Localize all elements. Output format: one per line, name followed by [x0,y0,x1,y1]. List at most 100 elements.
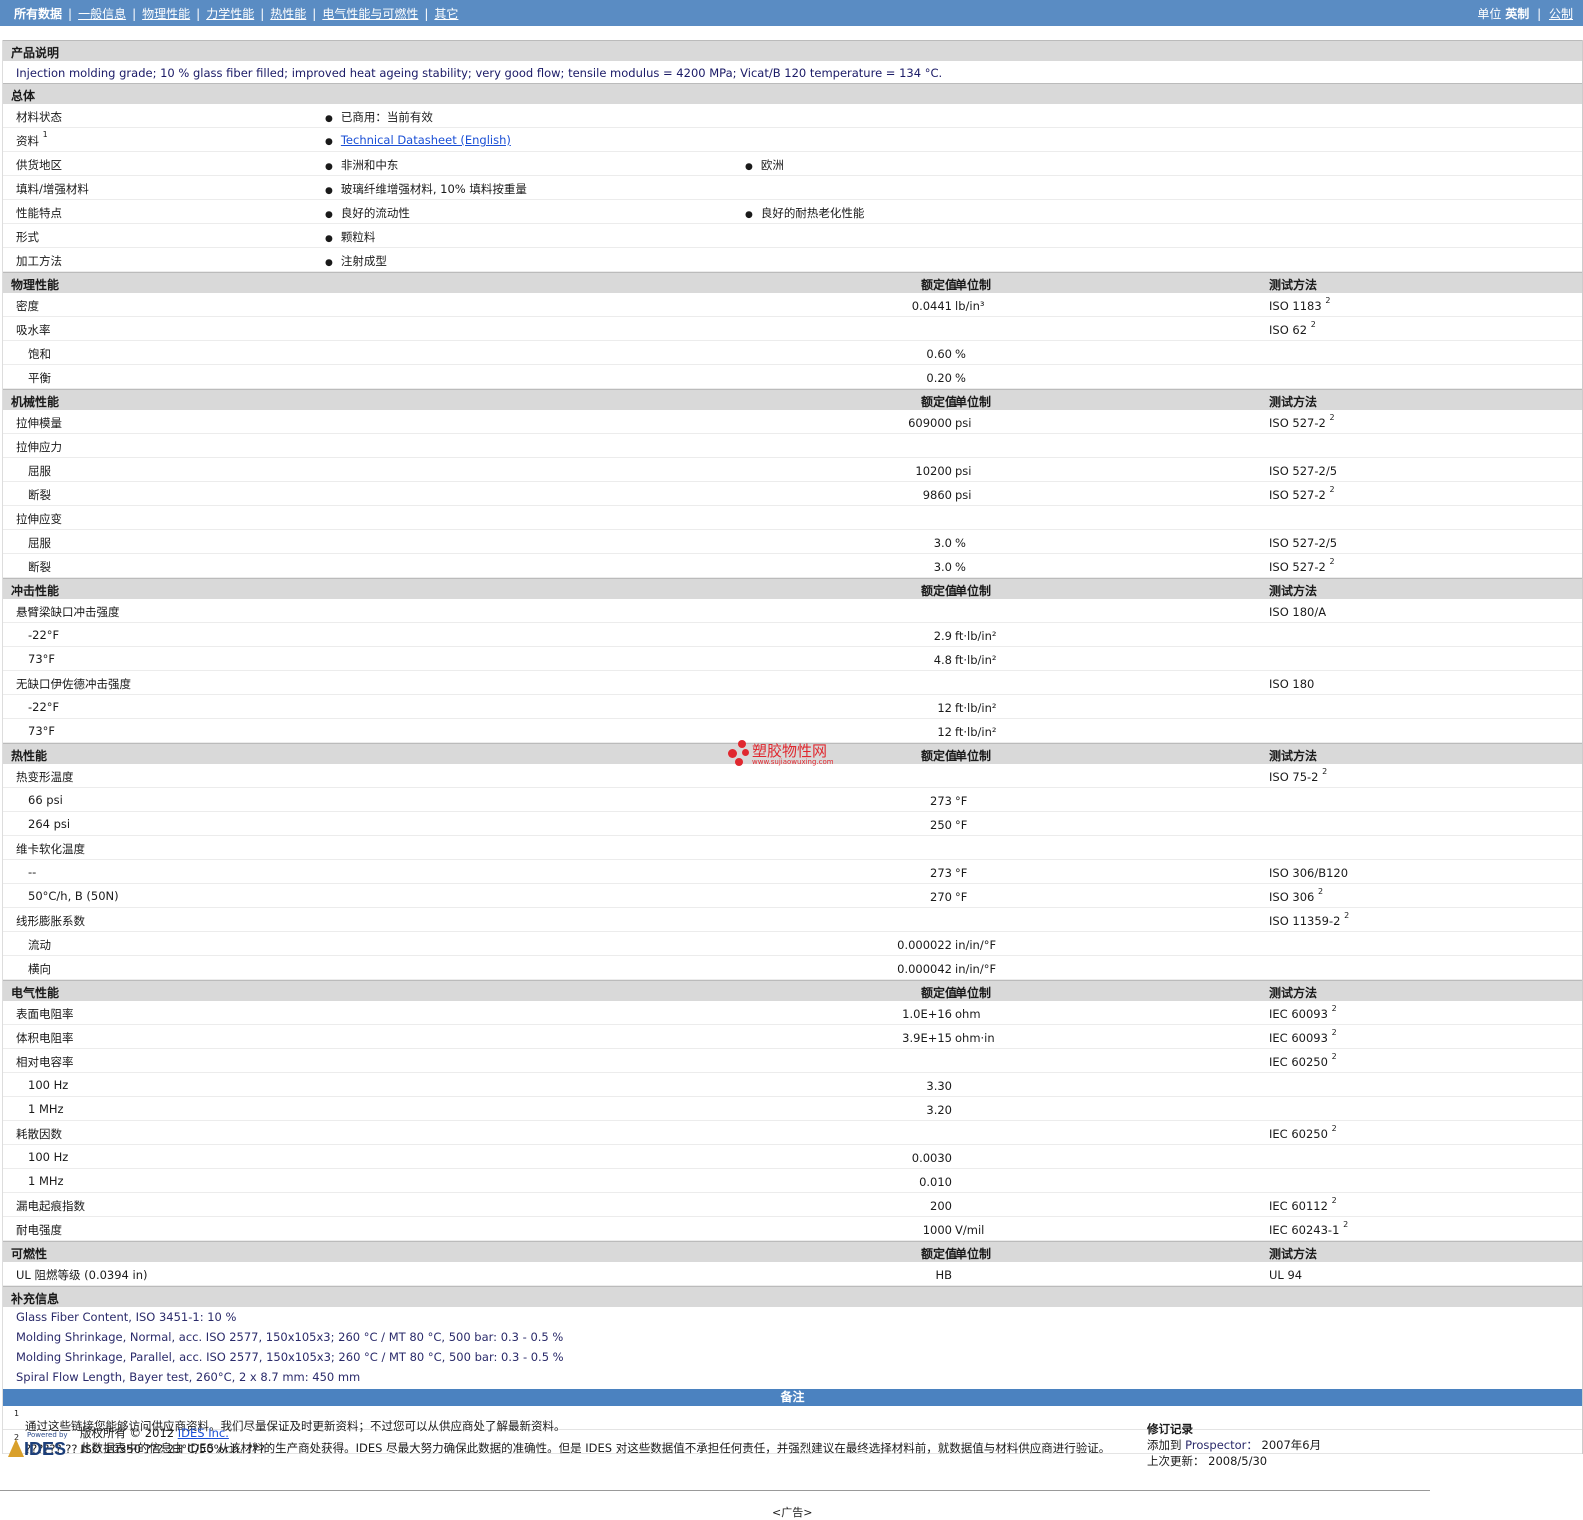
supplement-rows: Glass Fiber Content, ISO 3451-1: 10 % Mol… [3,1307,1582,1387]
property-value: 0.010 [919,1175,952,1189]
section-supplement: 补充信息 [3,1286,1582,1307]
property-row: 50°C/h, B (50N) 270 °F ISO 306 2 [3,884,1582,908]
property-row: 饱和 0.60% [3,341,1582,365]
nav-tab-4[interactable]: 热性能 [270,7,306,21]
unit-metric-link[interactable]: 公制 [1549,7,1573,21]
test-method: ISO 180 [1269,677,1314,691]
nav-tab-3[interactable]: 力学性能 [206,7,254,21]
nav-separator: | [424,7,429,21]
property-unit: °F [955,890,968,904]
row-label: 形式 [16,229,39,245]
property-label: 断裂 [28,488,51,502]
test-method-text: UL 94 [1269,1268,1303,1282]
property-label: 拉伸应变 [16,512,62,526]
test-method: ISO 527-2/5 [1269,464,1337,478]
test-method: ISO 306 2 [1269,887,1323,904]
property-value: 250 [930,818,952,832]
watermark-dot [738,740,746,748]
header-method: 测试方法 [1269,986,1318,1000]
property-row: -- 273 °F ISO 306/B120 [3,860,1582,884]
test-method-text: ISO 180 [1269,677,1315,691]
bullet-icon: ● [325,210,333,220]
header-method: 测试方法 [1269,584,1318,598]
header-method: 测试方法 [1269,278,1318,292]
general-row: 加工方法 ● 注射成型 [3,248,1582,272]
units-label: 单位 [1477,7,1502,21]
property-label: 73°F [28,652,55,666]
test-method: ISO 1183 2 [1269,296,1331,313]
test-method-text: ISO 11359-2 [1269,914,1341,928]
test-method-text: IEC 60093 [1269,1031,1328,1045]
test-method: ISO 62 2 [1269,320,1316,337]
datasheet-link[interactable]: Technical Datasheet (English) [341,133,511,147]
test-method: IEC 60093 2 [1269,1028,1337,1045]
nav-tab-0[interactable]: 所有数据 [14,7,62,21]
row-label-text: 资料 [16,134,39,148]
test-method-text: ISO 527-2 [1269,560,1326,574]
property-unit: °F [955,818,968,832]
property-unit: ft·lb/in² [955,653,997,667]
footer-divider [0,1490,1430,1491]
property-row: 66 psi 273 °F [3,788,1582,812]
revision-history: 修订记录 添加到 Prospector： 2007年6月 上次更新： 2008/… [1147,1421,1321,1469]
property-value: 0.60 [926,347,952,361]
property-label: 体积电阻率 [16,1031,74,1045]
property-label: -22°F [28,628,60,642]
section-header: 机械性能 额定值 单位制 测试方法 [3,389,1582,410]
test-method-text: ISO 306/B120 [1269,866,1349,880]
nav-tab-2[interactable]: 物理性能 [142,7,190,21]
row-value-text: 良好的耐热老化性能 [760,206,865,220]
bullet-icon: ● [745,162,753,172]
disclaimer: 此数据表中的信息由 IDES 从该材料的生产商处获得。IDES 尽最大努力确保此… [80,1441,1111,1455]
nav-tab-6[interactable]: 其它 [434,7,458,21]
row-label: 性能特点 [16,205,62,221]
property-row: 屈服 10200 psi ISO 527-2/5 [3,458,1582,482]
property-row: 悬臂梁缺口冲击强度 ISO 180/A [3,599,1582,623]
property-label: 横向 [28,962,51,976]
row-value-text: 注射成型 [340,254,387,268]
nav-tab-1[interactable]: 一般信息 [78,7,126,21]
powered-by-text: Powered by [27,1431,68,1439]
nav-separator: | [260,7,265,21]
property-unit: psi [955,488,972,502]
property-label: 平衡 [28,371,51,385]
property-unit: % [955,536,966,550]
bullet-icon: ● [745,210,753,220]
property-label: 流动 [28,938,51,952]
property-row: 横向 0.000042 in/in/°F [3,956,1582,980]
property-row: 无缺口伊佐德冲击强度 ISO 180 [3,671,1582,695]
watermark: 塑胶物性网 www.sujiaowuxing.com [728,740,868,770]
supplement-text: Glass Fiber Content, ISO 3451-1: 10 % [16,1310,237,1324]
property-row: 拉伸模量 609000 psi ISO 527-2 2 [3,410,1582,434]
test-method-text: IEC 60243-1 [1269,1223,1340,1237]
property-unit: ft·lb/in² [955,629,997,643]
general-row: 供货地区 ● 非洲和中东 ● 欧洲 [3,152,1582,176]
nav-tab-5[interactable]: 电气性能与可燃性 [322,7,418,21]
property-row: 拉伸应力 [3,434,1582,458]
header-unit: 单位制 [955,986,992,1000]
ides-link[interactable]: IDES Inc. [178,1426,229,1440]
header-value: 额定值 [920,584,957,598]
property-row: 耗散因数 IEC 60250 2 [3,1121,1582,1145]
test-method: IEC 60250 2 [1269,1052,1337,1069]
test-method: UL 94 [1269,1268,1302,1282]
unit-imperial[interactable]: 英制 [1505,7,1529,21]
row-value-1: ● 已商用：当前有效 [325,109,433,125]
property-value: 12 [937,725,952,739]
section-title: 电气性能 [11,986,60,1000]
property-label: 漏电起痕指数 [16,1199,85,1213]
row-value-text: 已商用：当前有效 [340,110,433,124]
row-value-1: ● 注射成型 [325,253,387,269]
header-unit: 单位制 [955,584,992,598]
revision-title: 修订记录 [1147,1422,1193,1436]
footnote-number: 1 [14,1409,20,1418]
property-label: 相对电容率 [16,1055,74,1069]
test-method-text: ISO 75-2 [1269,770,1319,784]
footnote-ref: 2 [1325,296,1331,305]
property-value: 3.20 [926,1103,952,1117]
property-label: 100 Hz [28,1078,69,1092]
bullet-icon: ● [325,114,333,124]
property-unit: ohm [955,1007,981,1021]
property-unit: psi [955,464,972,478]
property-label: 密度 [16,299,39,313]
